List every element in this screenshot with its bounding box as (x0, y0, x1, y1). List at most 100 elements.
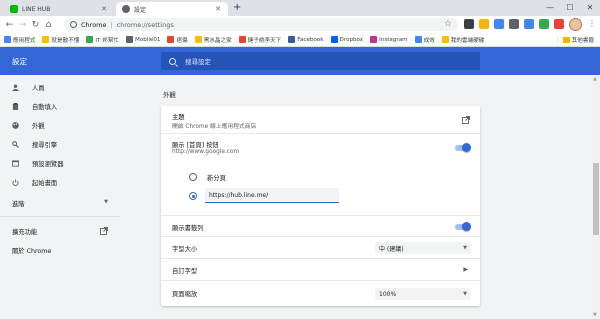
bookmark-item[interactable]: IT 邦幫忙 (86, 36, 119, 44)
sidebar-item-default-browser[interactable]: 預設瀏覽器 (12, 159, 63, 168)
omnibox-separator: | (110, 20, 113, 29)
chevron-down-icon: ▼ (463, 245, 467, 251)
tab-line-hub[interactable]: LINE HUB ✕ (4, 2, 114, 16)
sidebar-item-label: 外觀 (32, 123, 45, 130)
close-tab-icon[interactable]: ✕ (214, 5, 222, 13)
close-window-icon[interactable]: ✕ (580, 0, 600, 16)
bookmark-item[interactable]: 黑水晶之家 (194, 36, 232, 44)
new-tab-icon[interactable]: + (233, 2, 241, 13)
bookmark-item[interactable]: Mobile01 (126, 36, 160, 43)
close-tab-icon[interactable]: ✕ (100, 5, 108, 13)
bookmark-item[interactable]: 就是散不懂 (42, 36, 79, 44)
home-button-row: 顯示 [首頁] 按鈕 http://www.google.com 新分頁 (161, 133, 480, 215)
scrollbar-thumb[interactable] (593, 163, 599, 235)
minimize-icon[interactable]: — (540, 0, 560, 16)
custom-url-radio[interactable] (189, 192, 197, 200)
home-button-subtitle: http://www.google.com (172, 149, 240, 155)
maximize-icon[interactable]: ☐ (560, 0, 580, 16)
bookmark-item[interactable]: Dropbox (330, 36, 364, 43)
page-zoom-row: 頁面縮放 100% ▼ (161, 280, 480, 306)
bookmark-label: 痞傷 (176, 37, 188, 44)
omnibox-url: chrome://settings (116, 20, 174, 29)
sidebar-item-label: 擴充功能 (12, 229, 38, 236)
extension-icon[interactable] (554, 19, 564, 29)
menu-icon[interactable]: ⋮ (588, 19, 596, 28)
font-size-row: 字型大小 中 (建議) ▼ (161, 236, 480, 258)
bookmark-label: 就是散不懂 (51, 37, 80, 44)
sidebar-advanced[interactable]: 進階 ▼ (12, 199, 108, 208)
sidebar-item-appearance[interactable]: 外觀 (12, 121, 45, 130)
back-icon[interactable]: ← (3, 20, 16, 30)
bookmark-favicon-icon (441, 36, 449, 43)
sidebar-item-extensions[interactable]: 擴充功能 (12, 227, 108, 236)
sidebar-item-on-startup[interactable]: 起始畫面 (12, 178, 57, 187)
bookmark-label: Dropbox (339, 36, 364, 43)
bookmark-favicon-icon (167, 36, 175, 43)
bookmark-star-icon[interactable]: ☆ (444, 19, 452, 29)
bookmark-favicon-icon (370, 36, 378, 43)
chevron-down-icon: ▼ (463, 291, 467, 297)
page-zoom-select[interactable]: 100% ▼ (375, 288, 471, 300)
custom-fonts-row[interactable]: 自訂字型 ▶ (161, 258, 480, 280)
sidebar-item-autofill[interactable]: 自動填入 (12, 102, 57, 111)
home-button-label: 顯示 [首頁] 按鈕 (172, 142, 219, 149)
avatar[interactable] (569, 18, 582, 31)
new-tab-radio[interactable] (189, 173, 197, 181)
other-bookmarks-label: 其他書籤 (571, 38, 594, 44)
extension-icon[interactable] (464, 19, 474, 29)
reload-icon[interactable]: ↻ (29, 20, 42, 30)
bookmarks-divider: | (556, 37, 559, 43)
sidebar-item-search-engine[interactable]: 搜尋引擎 (12, 140, 57, 149)
folder-icon (562, 37, 570, 43)
other-bookmarks[interactable]: | 其他書籤 (552, 36, 594, 44)
tab-settings[interactable]: 設定 ✕ (116, 2, 228, 16)
extension-icon[interactable] (479, 19, 489, 29)
bookmark-item[interactable]: 鏈子桃李天下 (238, 36, 281, 44)
open-in-new-icon[interactable] (462, 116, 470, 124)
theme-row[interactable]: 主題 開啟 Chrome 線上應用程式商店 (161, 106, 480, 133)
bookmarks-bar-toggle[interactable] (455, 222, 471, 231)
person-icon (12, 84, 19, 91)
custom-fonts-label: 自訂字型 (172, 268, 198, 275)
search-icon (12, 141, 19, 148)
bookmark-favicon-icon (194, 36, 202, 43)
address-bar[interactable]: Chrome | chrome://settings ☆ (64, 18, 458, 31)
font-size-select[interactable]: 中 (建議) ▼ (375, 242, 471, 254)
home-icon[interactable]: ⌂ (42, 20, 55, 30)
home-button-toggle[interactable] (455, 143, 471, 152)
bookmark-item[interactable]: 我的雲端硬碟 (441, 36, 484, 44)
search-input[interactable]: 搜尋設定 (161, 52, 480, 70)
sidebar-item-label: 人員 (32, 85, 45, 92)
font-size-value: 中 (建議) (379, 245, 404, 253)
bookmark-label: Mobile01 (135, 36, 161, 43)
forward-icon[interactable]: → (16, 20, 29, 30)
scroll-up-icon[interactable]: ▲ (593, 76, 597, 82)
tab-strip: LINE HUB ✕ 設定 ✕ + — ☐ ✕ (0, 0, 600, 16)
extension-icon[interactable] (524, 19, 534, 29)
extension-icon[interactable] (509, 19, 519, 29)
sidebar-item-about[interactable]: 關於 Chrome (12, 246, 51, 255)
bookmark-item[interactable]: 應用程式 (4, 36, 35, 44)
scroll-down-icon[interactable]: ▼ (593, 312, 597, 318)
palette-icon (12, 122, 19, 129)
scrollbar[interactable]: ▲ ▼ (592, 75, 600, 319)
bookmark-item[interactable]: Instagram (370, 36, 408, 43)
page-title: 設定 (12, 57, 27, 66)
bookmarks-bar-row[interactable]: 顯示書籤列 (161, 215, 480, 236)
bookmark-favicon-icon (238, 36, 246, 43)
bookmark-item[interactable]: Facebook (288, 36, 324, 43)
site-info-icon[interactable] (70, 21, 77, 28)
chevron-down-icon: ▼ (104, 199, 108, 205)
extension-icon[interactable] (494, 19, 504, 29)
bookmarks-bar-label: 顯示書籤列 (172, 225, 204, 232)
bookmark-item[interactable]: 成效 (414, 36, 435, 44)
browser-toolbar: ← → ↻ ⌂ Chrome | chrome://settings ☆ ⋮ (0, 16, 600, 33)
home-url-input[interactable] (205, 188, 339, 203)
bookmark-item[interactable]: 痞傷 (167, 36, 188, 44)
bookmark-favicon-icon (42, 36, 50, 43)
extension-icon[interactable] (539, 19, 549, 29)
sidebar-item-label: 搜尋引擎 (32, 142, 58, 149)
sidebar-item-people[interactable]: 人員 (12, 83, 45, 92)
sidebar-item-label: 預設瀏覽器 (32, 161, 64, 168)
bookmark-label: Instagram (379, 36, 408, 43)
